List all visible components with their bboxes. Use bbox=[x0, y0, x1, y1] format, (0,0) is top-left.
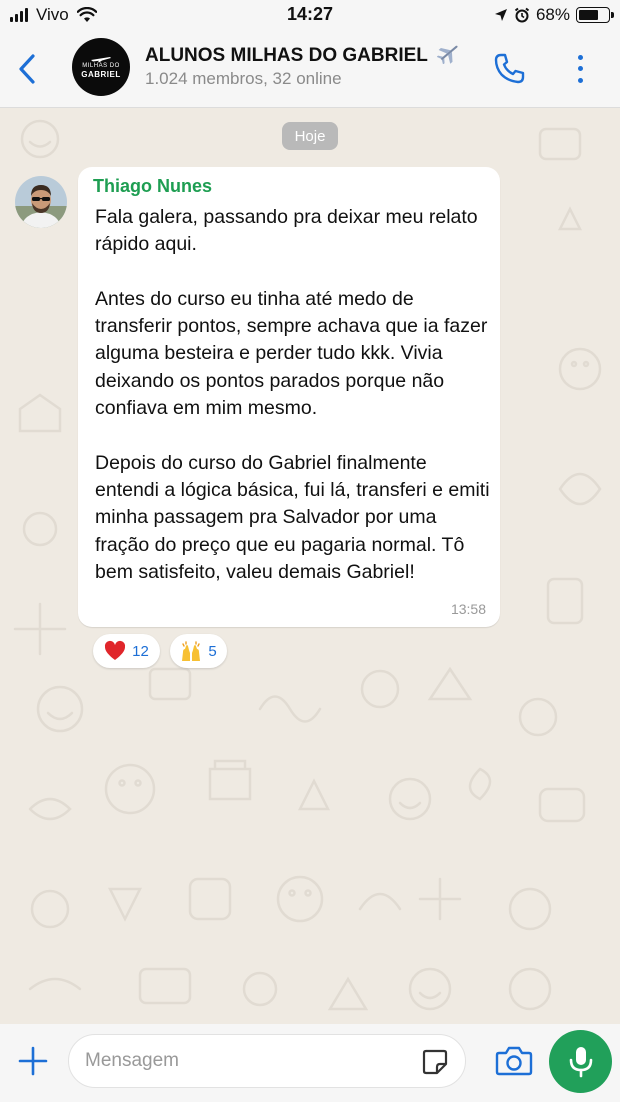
message-paragraph: Antes do curso eu tinha até medo de tran… bbox=[95, 287, 488, 420]
reaction-hands-count: 5 bbox=[208, 642, 217, 660]
message-input-container bbox=[68, 1034, 466, 1088]
microphone-icon bbox=[569, 1046, 592, 1077]
status-right: 68% bbox=[494, 5, 614, 25]
sender-avatar[interactable] bbox=[15, 176, 67, 228]
avatar-text-bottom: GABRIEL bbox=[81, 70, 121, 79]
alarm-icon bbox=[514, 7, 530, 23]
more-options-button[interactable] bbox=[570, 52, 590, 86]
message-paragraph: Depois do curso do Gabriel finalmente en… bbox=[95, 451, 490, 583]
status-bar: Vivo 14:27 68% bbox=[0, 0, 620, 30]
battery-icon bbox=[576, 7, 614, 23]
message-paragraph: Fala galera, passando pra deixar meu rel… bbox=[95, 206, 478, 256]
back-button[interactable] bbox=[14, 52, 40, 86]
message-input[interactable] bbox=[85, 1035, 415, 1087]
message-time: 13:58 bbox=[450, 601, 486, 617]
group-title-text: ALUNOS MILHAS DO GABRIEL bbox=[145, 45, 428, 66]
message-bubble[interactable]: Thiago Nunes Fala galera, passando pra d… bbox=[78, 167, 500, 627]
group-title[interactable]: ALUNOS MILHAS DO GABRIEL bbox=[145, 42, 461, 67]
attach-plus-button[interactable] bbox=[16, 1044, 50, 1078]
chat-area[interactable]: Hoje Thiago Nunes Fala galera, passando … bbox=[0, 109, 620, 1024]
sender-name[interactable]: Thiago Nunes bbox=[93, 176, 212, 197]
input-bar bbox=[0, 1024, 620, 1102]
reaction-raising-hands[interactable]: 5 bbox=[170, 634, 227, 668]
message-text: Fala galera, passando pra deixar meu rel… bbox=[95, 204, 491, 586]
reaction-heart[interactable]: 12 bbox=[93, 634, 160, 668]
phone-call-button[interactable] bbox=[492, 52, 526, 86]
reaction-heart-count: 12 bbox=[132, 642, 149, 660]
group-avatar[interactable]: MILHAS DO GABRIEL bbox=[72, 38, 130, 96]
date-chip: Hoje bbox=[282, 122, 338, 150]
voice-record-button[interactable] bbox=[549, 1030, 612, 1093]
avatar-text-top: MILHAS DO bbox=[82, 63, 120, 69]
plane-logo-icon bbox=[91, 57, 111, 63]
airplane-emoji-icon bbox=[436, 45, 458, 65]
chat-header: MILHAS DO GABRIEL ALUNOS MILHAS DO GABRI… bbox=[0, 30, 620, 108]
battery-percent: 68% bbox=[535, 5, 570, 24]
camera-button[interactable] bbox=[495, 1044, 533, 1078]
group-subtitle: 1.024 membros, 32 online bbox=[145, 69, 342, 88]
heart-emoji-icon bbox=[105, 640, 126, 660]
sender-photo bbox=[15, 176, 67, 228]
sticker-button[interactable] bbox=[421, 1048, 449, 1076]
raising-hands-emoji-icon bbox=[182, 641, 201, 661]
location-arrow-icon bbox=[494, 9, 507, 21]
